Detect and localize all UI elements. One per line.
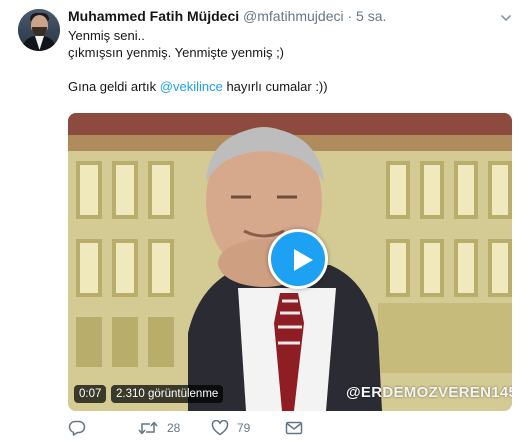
mention-link[interactable]: @vekilince <box>160 79 223 94</box>
author-handle[interactable]: @mfatihmujdeci <box>243 8 344 24</box>
reply-button[interactable] <box>68 418 94 438</box>
separator: · <box>347 8 353 24</box>
author-name[interactable]: Muhammed Fatih Müjdeci <box>68 8 239 24</box>
tweet-header: Muhammed Fatih Müjdeci @mfatihmujdeci · … <box>68 7 386 25</box>
tweet-text-blank <box>68 61 508 78</box>
message-icon <box>285 421 303 435</box>
tweet-text-suffix: hayırlı cumalar :)) <box>222 79 328 94</box>
like-count: 79 <box>237 421 251 435</box>
tweet-text-line: Gına geldi artık @vekilince hayırlı cuma… <box>68 78 508 95</box>
tweet-actions: 28 79 <box>68 418 368 438</box>
retweet-count: 28 <box>167 421 181 435</box>
like-button[interactable]: 79 <box>211 418 250 438</box>
video-duration: 0:07 <box>74 385 107 403</box>
play-button[interactable] <box>268 229 328 289</box>
avatar[interactable] <box>18 9 60 51</box>
retweet-button[interactable]: 28 <box>137 418 180 438</box>
retweet-icon <box>138 421 158 435</box>
video-player[interactable]: 0:07 2.310 görüntülenme @ERDEMOZVEREN145… <box>68 113 512 411</box>
tweet[interactable]: Muhammed Fatih Müjdeci @mfatihmujdeci · … <box>0 0 528 443</box>
tweet-text-line: Yenmiş seni.. <box>68 28 145 43</box>
tweet-text-line: çıkmışsın yenmiş. Yenmişte yenmiş ;) <box>68 45 285 60</box>
chevron-down-icon[interactable] <box>500 12 512 24</box>
tweet-text: Yenmiş seni.. çıkmışsın yenmiş. Yenmişte… <box>68 27 508 95</box>
tweet-timestamp[interactable]: 5 sa. <box>356 8 386 24</box>
play-icon <box>294 249 313 271</box>
tweet-text-prefix: Gına geldi artık <box>68 79 160 94</box>
video-view-count: 2.310 görüntülenme <box>111 385 224 403</box>
video-watermark: @ERDEMOZVEREN1453 <box>346 384 512 401</box>
like-icon <box>211 420 229 436</box>
reply-icon <box>68 420 86 436</box>
direct-message-button[interactable] <box>285 418 303 438</box>
